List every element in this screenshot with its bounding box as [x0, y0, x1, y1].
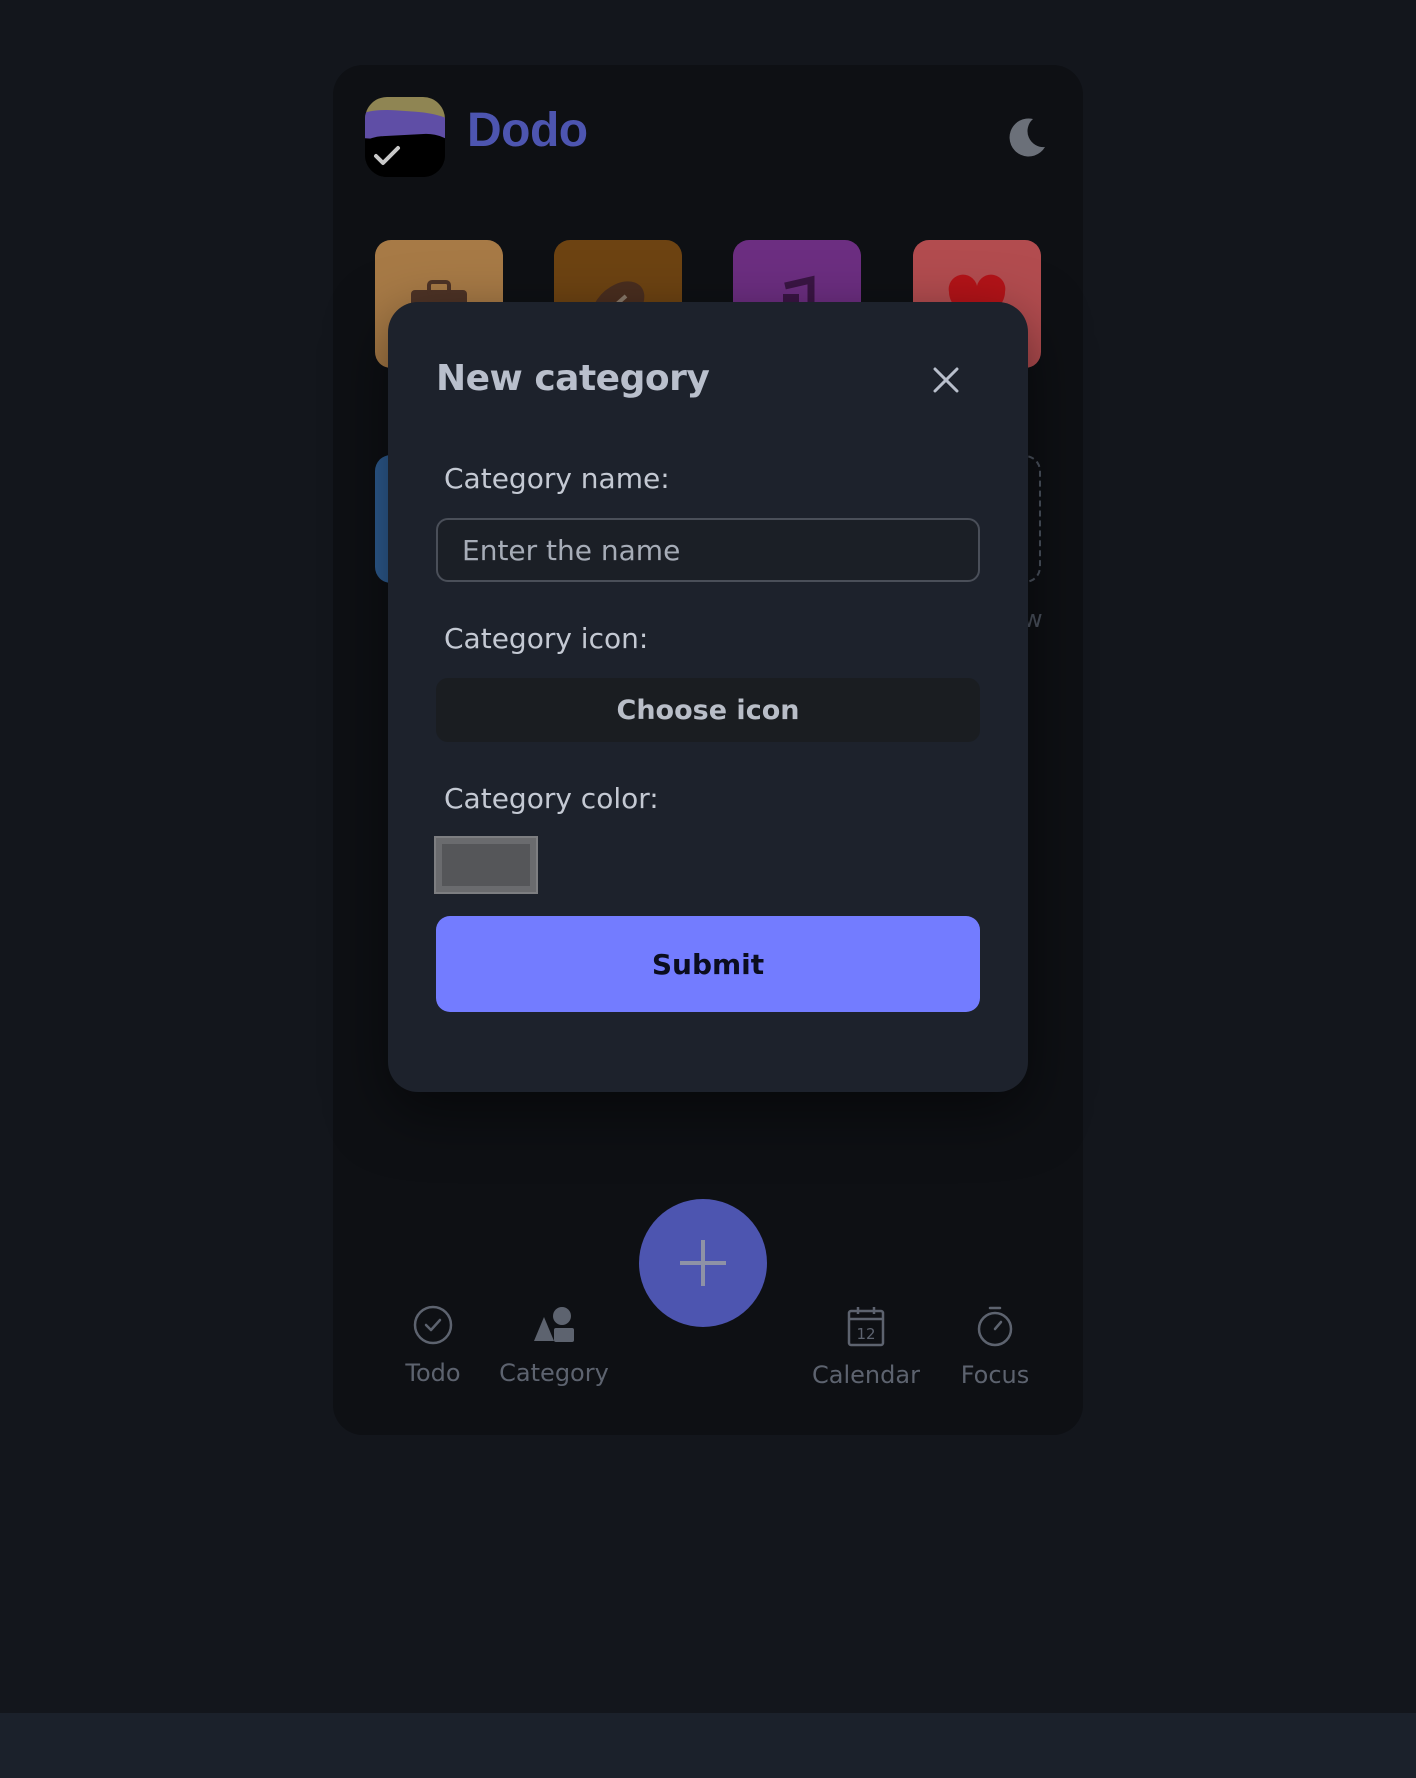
plus-icon [680, 1240, 726, 1286]
stopwatch-icon [977, 1306, 1013, 1347]
nav-item-category[interactable]: Category [484, 1305, 624, 1387]
nav-item-todo[interactable]: Todo [388, 1305, 478, 1387]
nav-label-calendar: Calendar [812, 1361, 920, 1389]
nav-label-focus: Focus [960, 1361, 1030, 1389]
submit-button[interactable]: Submit [436, 916, 980, 1012]
choose-icon-button[interactable]: Choose icon [436, 678, 980, 742]
shapes-icon [534, 1307, 574, 1342]
nav-label-todo: Todo [405, 1359, 461, 1387]
checkmark-icon [374, 146, 400, 165]
calendar-icon: 12 [847, 1307, 885, 1347]
app-logo [365, 97, 445, 177]
category-name-input[interactable] [436, 518, 980, 582]
check-circle-icon [413, 1305, 453, 1345]
nav-label-category: Category [499, 1359, 609, 1387]
nav-item-calendar[interactable]: 12 Calendar [801, 1305, 931, 1389]
nav-item-focus[interactable]: Focus [945, 1305, 1045, 1389]
color-picker[interactable] [434, 836, 538, 894]
new-category-modal: New category Category name: Category ico… [388, 302, 1028, 1092]
svg-text:12: 12 [856, 1325, 875, 1343]
modal-title: New category [436, 358, 710, 399]
bottom-strip [0, 1713, 1416, 1778]
color-label: Category color: [444, 782, 659, 815]
name-label: Category name: [444, 462, 670, 495]
close-icon[interactable] [932, 366, 960, 394]
app-title: Dodo [467, 104, 588, 157]
icon-label: Category icon: [444, 622, 649, 655]
moon-icon[interactable] [1005, 115, 1049, 159]
add-button[interactable] [639, 1199, 767, 1327]
